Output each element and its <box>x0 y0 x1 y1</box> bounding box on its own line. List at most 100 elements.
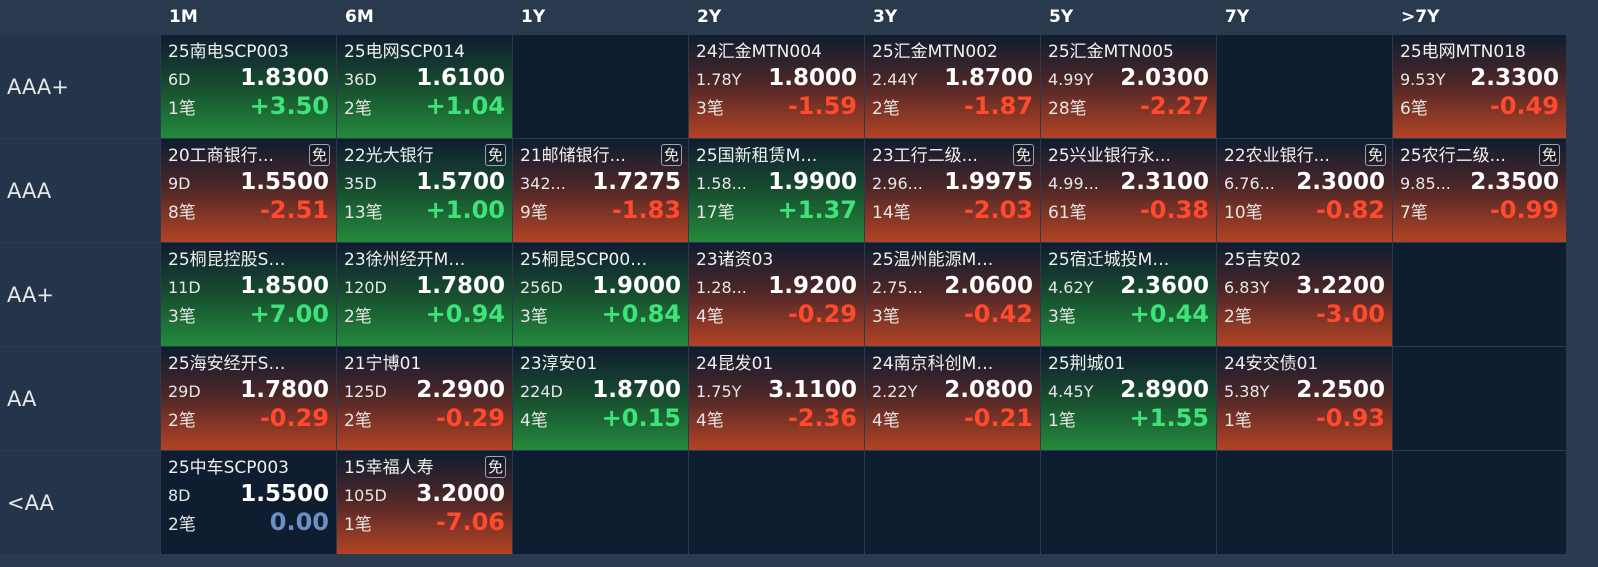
bond-quote-cell[interactable]: 25海安经开SCP... 29D 1.7800 2笔 -0.29 <box>161 347 336 450</box>
yield-rate: 1.7275 <box>592 169 681 195</box>
column-header-1m[interactable]: 1M <box>161 0 336 34</box>
bond-quote-cell[interactable]: 20工商银行... 免 9D 1.5500 8笔 -2.51 <box>161 139 336 242</box>
bond-name: 25宿迁城投MT... <box>1048 250 1176 270</box>
bp-change: -2.36 <box>787 404 857 432</box>
bond-quote-cell[interactable]: 25桐昆控股SCP... 11D 1.8500 3笔 +7.00 <box>161 243 336 346</box>
remaining-term: 105D <box>344 486 387 505</box>
column-header-1y[interactable]: 1Y <box>513 0 688 34</box>
trade-count: 2笔 <box>1224 307 1252 327</box>
bp-change: +0.15 <box>601 404 681 432</box>
bp-change: -0.82 <box>1315 196 1385 224</box>
bond-quote-cell[interactable]: 25宿迁城投MT... 4.62Y 2.3600 3笔 +0.44 <box>1041 243 1216 346</box>
bp-change: +3.50 <box>249 92 329 120</box>
bond-name: 24昆发01 <box>696 354 774 374</box>
bp-change: -2.03 <box>963 196 1033 224</box>
yield-rate: 1.6100 <box>416 65 505 91</box>
empty-cell <box>1393 451 1566 554</box>
yield-rate: 3.1100 <box>768 377 857 403</box>
yield-rate: 1.8000 <box>768 65 857 91</box>
bond-name: 21邮储银行... <box>520 146 626 166</box>
column-header-7y[interactable]: 7Y <box>1217 0 1392 34</box>
column-header-5y[interactable]: 5Y <box>1041 0 1216 34</box>
bond-quote-cell[interactable]: 25中车SCP003 8D 1.5500 2笔 0.00 <box>161 451 336 554</box>
remaining-term: 6.83Y <box>1224 278 1270 297</box>
bp-change: +0.84 <box>601 300 681 328</box>
bond-quote-cell[interactable]: 24昆发01 1.75Y 3.1100 4笔 -2.36 <box>689 347 864 450</box>
trade-count: 1笔 <box>1048 411 1076 431</box>
yield-rate: 2.8900 <box>1120 377 1209 403</box>
bp-change: +7.00 <box>249 300 329 328</box>
bp-change: -0.49 <box>1489 92 1559 120</box>
bond-quote-cell[interactable]: 25温州能源MT... 2.75... 2.0600 3笔 -0.42 <box>865 243 1040 346</box>
bp-change: -2.27 <box>1139 92 1209 120</box>
bond-quote-cell[interactable]: 24安交债01 5.38Y 2.2500 1笔 -0.93 <box>1217 347 1392 450</box>
bp-change: +1.55 <box>1129 404 1209 432</box>
empty-cell <box>513 451 688 554</box>
bond-name: 23徐州经开MT... <box>344 250 472 270</box>
bond-name: 25国新租赁MT... <box>696 146 824 166</box>
bond-quote-cell[interactable]: 22农业银行... 免 6.76... 2.3000 10笔 -0.82 <box>1217 139 1392 242</box>
column-header-over-7y[interactable]: >7Y <box>1393 0 1566 34</box>
remaining-term: 4.45Y <box>1048 382 1094 401</box>
bond-name: 24汇金MTN004 <box>696 42 822 62</box>
bond-quote-cell[interactable]: 23淳安01 224D 1.8700 4笔 +0.15 <box>513 347 688 450</box>
corner-header <box>0 0 160 34</box>
remaining-term: 35D <box>344 174 377 193</box>
bond-quote-cell[interactable]: 23诸资03 1.28... 1.9200 4笔 -0.29 <box>689 243 864 346</box>
yield-rate: 2.3500 <box>1470 169 1559 195</box>
trade-count: 1笔 <box>344 515 372 535</box>
bond-quote-cell[interactable]: 25桐昆SCP008(... 256D 1.9000 3笔 +0.84 <box>513 243 688 346</box>
tax-exempt-badge: 免 <box>1012 144 1034 166</box>
trade-count: 3笔 <box>696 99 724 119</box>
bond-quote-cell[interactable]: 25南电SCP003 6D 1.8300 1笔 +3.50 <box>161 35 336 138</box>
bp-change: -7.06 <box>435 508 505 536</box>
bond-quote-cell[interactable]: 22光大银行 免 35D 1.5700 13笔 +1.00 <box>337 139 512 242</box>
bond-quote-cell[interactable]: 23徐州经开MT... 120D 1.7800 2笔 +0.94 <box>337 243 512 346</box>
yield-rate: 2.3600 <box>1120 273 1209 299</box>
bond-quote-cell[interactable]: 25电网SCP014 36D 1.6100 2笔 +1.04 <box>337 35 512 138</box>
bond-quote-cell[interactable]: 25电网MTN018 9.53Y 2.3300 6笔 -0.49 <box>1393 35 1566 138</box>
bond-quote-cell[interactable]: 25汇金MTN002 2.44Y 1.8700 2笔 -1.87 <box>865 35 1040 138</box>
tax-exempt-badge: 免 <box>1538 144 1560 166</box>
bond-quote-cell[interactable]: 25荆城01 4.45Y 2.8900 1笔 +1.55 <box>1041 347 1216 450</box>
column-header-6m[interactable]: 6M <box>337 0 512 34</box>
trade-count: 10笔 <box>1224 203 1263 223</box>
bp-change: 0.00 <box>269 508 329 536</box>
bond-name: 25温州能源MT... <box>872 250 1000 270</box>
yield-rate: 1.9000 <box>592 273 681 299</box>
trade-count: 2笔 <box>168 515 196 535</box>
yield-rate: 2.0300 <box>1120 65 1209 91</box>
bond-name: 25兴业银行永... <box>1048 146 1171 166</box>
bond-name: 22光大银行 <box>344 146 434 166</box>
bond-quote-cell[interactable]: 25国新租赁MT... 1.58... 1.9900 17笔 +1.37 <box>689 139 864 242</box>
column-header-2y[interactable]: 2Y <box>689 0 864 34</box>
trade-count: 6笔 <box>1400 99 1428 119</box>
bond-quote-cell[interactable]: 15幸福人寿 免 105D 3.2000 1笔 -7.06 <box>337 451 512 554</box>
column-header-3y[interactable]: 3Y <box>865 0 1040 34</box>
yield-rate: 1.8300 <box>240 65 329 91</box>
bp-change: -0.29 <box>435 404 505 432</box>
remaining-term: 224D <box>520 382 563 401</box>
bond-quote-cell[interactable]: 25汇金MTN005 4.99Y 2.0300 28笔 -2.27 <box>1041 35 1216 138</box>
bond-quote-cell[interactable]: 24汇金MTN004 1.78Y 1.8000 3笔 -1.59 <box>689 35 864 138</box>
bond-quote-cell[interactable]: 25吉安02 6.83Y 3.2200 2笔 -3.00 <box>1217 243 1392 346</box>
bp-change: -3.00 <box>1315 300 1385 328</box>
bond-quote-cell[interactable]: 23工行二级... 免 2.96... 1.9975 14笔 -2.03 <box>865 139 1040 242</box>
trade-count: 2笔 <box>344 411 372 431</box>
trade-count: 2笔 <box>168 411 196 431</box>
trade-count: 3笔 <box>520 307 548 327</box>
trade-count: 2笔 <box>872 99 900 119</box>
bond-name: 25电网MTN018 <box>1400 42 1526 62</box>
bond-name: 25电网SCP014 <box>344 42 465 62</box>
empty-cell <box>1393 243 1566 346</box>
bond-quote-cell[interactable]: 21宁博01 125D 2.2900 2笔 -0.29 <box>337 347 512 450</box>
remaining-term: 9.85... <box>1400 174 1451 193</box>
remaining-term: 4.99... <box>1048 174 1099 193</box>
bond-quote-cell[interactable]: 25兴业银行永... 4.99... 2.3100 61笔 -0.38 <box>1041 139 1216 242</box>
bond-quote-cell[interactable]: 21邮储银行... 免 342... 1.7275 9笔 -1.83 <box>513 139 688 242</box>
row-label-rating: <AA <box>0 451 160 554</box>
bond-name: 23工行二级... <box>872 146 978 166</box>
remaining-term: 342... <box>520 174 566 193</box>
bond-quote-cell[interactable]: 24南京科创MT... 2.22Y 2.0800 4笔 -0.21 <box>865 347 1040 450</box>
bond-quote-cell[interactable]: 25农行二级... 免 9.85... 2.3500 7笔 -0.99 <box>1393 139 1566 242</box>
